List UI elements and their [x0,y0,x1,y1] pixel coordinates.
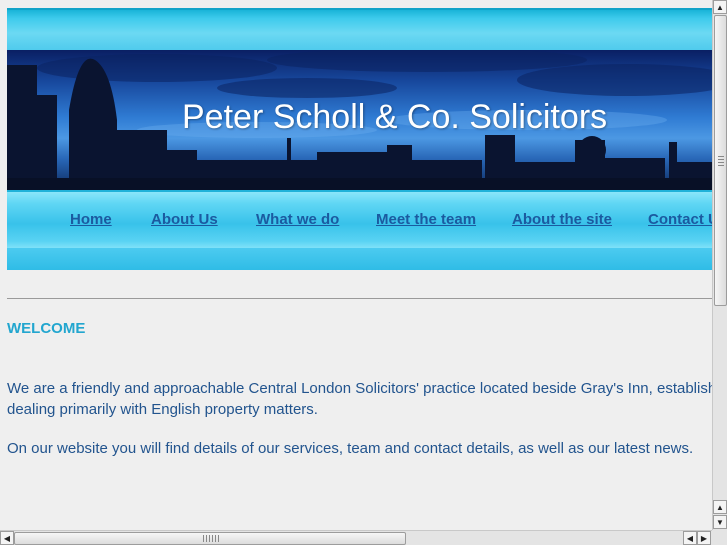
content-divider [7,298,712,299]
main-nav: Home About Us What we do Meet the team A… [7,190,712,250]
arrow-left-icon[interactable]: ◀ [683,531,697,545]
header-banner: Peter Scholl & Co. Solicitors [7,50,712,190]
arrow-up-icon[interactable]: ▲ [713,500,727,514]
vertical-scroll-thumb[interactable] [714,15,727,306]
arrow-up-icon[interactable]: ▲ [713,0,727,14]
vertical-scrollbar[interactable]: ▲ ▲ ▼ [712,0,727,530]
intro-paragraph: We are a friendly and approachable Centr… [7,380,712,418]
nav-lower-band [7,248,712,270]
nav-link-contact-us[interactable]: Contact Us [648,211,712,228]
page-viewport: Peter Scholl & Co. Solicitors Home About… [0,0,712,530]
scrollbar-corner [712,530,727,545]
horizontal-scrollbar[interactable]: ◀ ◀ ▶ [0,530,712,545]
nav-link-meet-the-team[interactable]: Meet the team [376,211,476,228]
arrow-left-icon[interactable]: ◀ [0,531,14,545]
thumb-grip [718,156,724,166]
thumb-grip [203,535,219,542]
header-top-band [7,8,712,52]
arrow-right-icon[interactable]: ▶ [697,531,711,545]
welcome-heading: WELCOME [7,320,86,337]
site-title: Peter Scholl & Co. Solicitors [182,98,608,136]
nav-link-what-we-do[interactable]: What we do [256,211,339,228]
horizontal-scroll-thumb[interactable] [14,532,406,545]
website-info-paragraph: On our website you will find details of … [7,440,694,457]
arrow-down-icon[interactable]: ▼ [713,515,727,529]
nav-link-about-the-site[interactable]: About the site [512,211,612,228]
nav-link-home[interactable]: Home [70,211,112,228]
nav-link-about-us[interactable]: About Us [151,211,218,228]
